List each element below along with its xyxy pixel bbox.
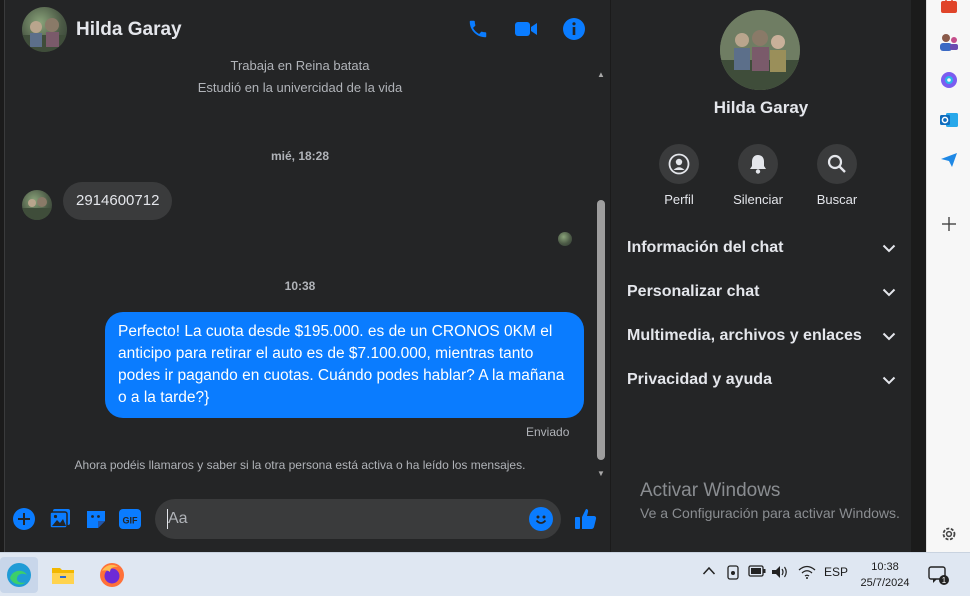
message-list[interactable]: Trabaja en Reina batata Estudió en la un… xyxy=(5,58,595,488)
notification-center-icon[interactable]: 1 xyxy=(920,557,956,593)
section-label: Multimedia, archivos y enlaces xyxy=(627,327,862,344)
composer: GIF Aa xyxy=(5,496,611,542)
activation-watermark-subtitle: Ve a Configuración para activar Windows. xyxy=(640,505,900,521)
info-icon[interactable] xyxy=(561,16,587,42)
add-plus-icon[interactable] xyxy=(939,214,959,234)
windows-taskbar: ESP 10:38 25/7/2024 1 xyxy=(0,552,970,596)
timestamp: 10:38 xyxy=(284,279,316,293)
search-action-label: Buscar xyxy=(816,192,858,207)
timestamp: mié, 18:28 xyxy=(270,149,330,163)
send-icon[interactable] xyxy=(939,150,959,170)
search-icon[interactable] xyxy=(817,144,857,184)
people-icon[interactable] xyxy=(939,32,959,52)
section-chat-info[interactable]: Información del chat xyxy=(627,233,897,263)
language-indicator[interactable]: ESP xyxy=(824,565,848,579)
activity-notice: Ahora podéis llamaros y saber si la otra… xyxy=(74,458,526,472)
mute-action-label: Silenciar xyxy=(733,192,783,207)
settings-gear-icon[interactable] xyxy=(939,524,959,544)
system-clock[interactable]: 10:38 25/7/2024 xyxy=(852,559,918,591)
outlook-icon[interactable] xyxy=(939,110,959,130)
edge-browser-icon[interactable] xyxy=(0,557,38,593)
browser-sidebar xyxy=(926,0,970,552)
profile-name: Hilda Garay xyxy=(713,98,809,117)
file-explorer-icon[interactable] xyxy=(44,557,82,593)
chevron-down-icon xyxy=(881,240,897,256)
clock-time: 10:38 xyxy=(871,561,899,573)
chevron-down-icon xyxy=(881,328,897,344)
clock-date: 25/7/2024 xyxy=(860,577,910,589)
scroll-up-arrow-icon[interactable]: ▲ xyxy=(596,70,606,80)
profile-study-line: Estudió en la univercidad de la vida xyxy=(197,80,403,95)
scroll-down-arrow-icon[interactable]: ▼ xyxy=(596,469,606,479)
conversation-info-panel: Hilda Garay Perfil Silenciar Buscar Info… xyxy=(611,0,911,552)
incoming-message[interactable]: 2914600712 xyxy=(63,182,173,220)
profile-avatar-large[interactable] xyxy=(720,10,800,90)
battery-icon[interactable] xyxy=(748,565,766,580)
section-label: Personalizar chat xyxy=(627,283,760,300)
gallery-icon[interactable] xyxy=(47,506,73,532)
notification-count: 1 xyxy=(942,576,947,585)
profile-work-line: Trabaja en Reina batata xyxy=(230,58,370,73)
section-label: Información del chat xyxy=(627,239,784,256)
shopping-bag-icon[interactable] xyxy=(939,0,959,16)
chevron-down-icon xyxy=(881,372,897,388)
device-icon[interactable] xyxy=(726,565,740,584)
mute-action[interactable]: Silenciar xyxy=(718,144,798,207)
search-action[interactable]: Buscar xyxy=(797,144,877,207)
section-customize-chat[interactable]: Personalizar chat xyxy=(627,277,897,307)
wifi-icon[interactable] xyxy=(798,565,816,582)
message-scrollbar[interactable]: ▲ ▼ xyxy=(595,66,607,486)
sticker-icon[interactable] xyxy=(83,506,109,532)
profile-action-label: Perfil xyxy=(664,192,694,207)
copilot-icon[interactable] xyxy=(939,70,959,90)
phone-icon[interactable] xyxy=(465,16,491,42)
chat-panel: Hilda Garay Trabaja en Reina batata Estu… xyxy=(4,0,610,552)
emoji-icon[interactable] xyxy=(529,507,553,531)
section-media-files-links[interactable]: Multimedia, archivos y enlaces xyxy=(627,321,897,351)
contact-name[interactable]: Hilda Garay xyxy=(76,19,182,41)
activation-watermark-title: Activar Windows xyxy=(640,480,781,501)
sender-avatar[interactable] xyxy=(22,190,52,220)
outgoing-message[interactable]: Perfecto! La cuota desde $195.000. es de… xyxy=(105,312,584,418)
volume-icon[interactable] xyxy=(771,565,789,582)
section-privacy-help[interactable]: Privacidad y ayuda xyxy=(627,365,897,395)
add-plus-icon[interactable] xyxy=(11,506,37,532)
scroll-thumb[interactable] xyxy=(597,200,605,460)
message-input-placeholder: Aa xyxy=(168,510,188,527)
message-status: Enviado xyxy=(526,425,570,439)
gif-icon[interactable]: GIF xyxy=(117,506,143,532)
profile-action[interactable]: Perfil xyxy=(639,144,719,207)
show-hidden-icons-chevron-up-icon[interactable] xyxy=(702,565,716,579)
gif-label: GIF xyxy=(123,516,139,526)
contact-avatar[interactable] xyxy=(22,7,67,52)
video-icon[interactable] xyxy=(513,16,539,42)
seen-indicator-avatar xyxy=(558,232,572,246)
message-input[interactable]: Aa xyxy=(155,499,561,539)
profile-icon[interactable] xyxy=(659,144,699,184)
like-thumb-icon[interactable] xyxy=(573,506,599,532)
section-label: Privacidad y ayuda xyxy=(627,371,772,388)
bell-icon[interactable] xyxy=(738,144,778,184)
chat-header: Hilda Garay xyxy=(5,0,611,58)
chevron-down-icon xyxy=(881,284,897,300)
firefox-icon[interactable] xyxy=(93,557,131,593)
